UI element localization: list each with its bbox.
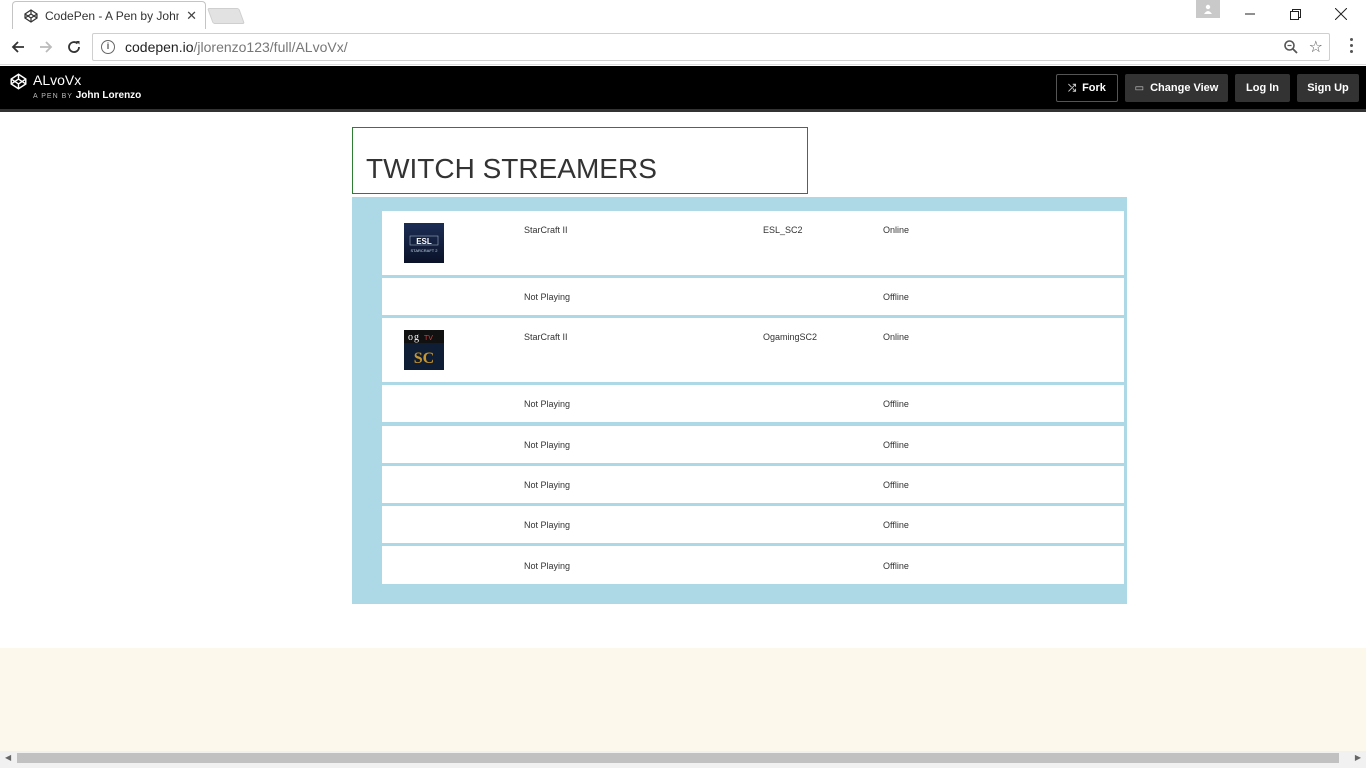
window-close-icon[interactable] (1318, 4, 1364, 24)
streamer-row[interactable]: Not Playing Offline (382, 278, 1124, 315)
streamer-row[interactable]: Not Playing Offline (382, 466, 1124, 503)
site-info-icon[interactable]: i (101, 40, 115, 54)
pen-title: ALvoVx (33, 72, 82, 88)
streamer-game: StarCraft II (524, 225, 568, 235)
forward-arrow-icon[interactable] (35, 36, 57, 58)
svg-text:STARCRAFT 2: STARCRAFT 2 (411, 248, 439, 253)
streamer-status: Online (883, 332, 910, 342)
browser-menu-icon[interactable] (1350, 38, 1354, 56)
tab-close-icon[interactable]: ✕ (186, 8, 197, 24)
sign-up-button[interactable]: Sign Up (1297, 74, 1359, 102)
streamer-name-link[interactable]: OgamingSC2 (763, 332, 817, 342)
svg-text:g: g (414, 332, 419, 343)
change-view-button[interactable]: ▭ Change View (1125, 74, 1228, 102)
browser-tab-active[interactable]: CodePen - A Pen by John ✕ (12, 1, 206, 29)
horizontal-scrollbar[interactable]: ◀ ▶ (0, 751, 1366, 768)
codepen-logo-icon[interactable] (10, 73, 27, 95)
scroll-left-arrow-icon[interactable]: ◀ (5, 753, 11, 762)
streamer-name-link[interactable]: ESL_SC2 (763, 225, 803, 235)
page-footer-area (0, 648, 1366, 751)
url-text: codepen.io/jlorenzo123/full/ALvoVx/ (125, 39, 348, 55)
pen-output: TWITCH STREAMERS ESL STARCRAFT 2 StarCra… (0, 112, 1366, 648)
minimize-icon[interactable] (1227, 4, 1273, 24)
streamer-game: Not Playing (524, 520, 571, 530)
heading-box: TWITCH STREAMERS (352, 127, 808, 194)
bookmark-star-icon[interactable]: ☆ (1309, 37, 1323, 57)
back-arrow-icon[interactable] (7, 36, 29, 58)
streamer-status: Offline (883, 520, 909, 530)
streamer-status: Offline (883, 480, 909, 490)
restore-icon[interactable] (1272, 4, 1318, 24)
fork-button[interactable]: ⤮ Fork (1056, 74, 1118, 102)
scroll-right-arrow-icon[interactable]: ▶ (1355, 753, 1361, 762)
streamer-row[interactable]: Not Playing Offline (382, 546, 1124, 584)
tab-title: CodePen - A Pen by John (45, 8, 179, 23)
streamer-status: Online (883, 225, 910, 235)
streamer-status: Offline (883, 292, 909, 302)
svg-text:o: o (408, 332, 413, 343)
zoom-icon[interactable] (1283, 39, 1299, 60)
scrollbar-thumb[interactable] (17, 753, 1339, 763)
streamer-game: Not Playing (524, 292, 571, 302)
browser-tabstrip: CodePen - A Pen by John ✕ (0, 0, 1366, 29)
codepen-header: ALvoVx A PEN BY John Lorenzo ⤮ Fork ▭ Chan… (0, 66, 1366, 112)
streamer-row[interactable]: o g TV SC StarCraft II OgamingSC2 Online (382, 318, 1124, 382)
streamer-status: Offline (883, 399, 909, 409)
codepen-favicon-icon (23, 8, 39, 24)
streamer-game: Not Playing (524, 561, 571, 571)
ogtv-starcraft-logo: o g TV SC (404, 330, 444, 370)
pen-author-line: A PEN BY John Lorenzo (33, 90, 142, 101)
streamer-status: Offline (883, 440, 909, 450)
svg-text:ESL: ESL (416, 237, 432, 246)
streamer-game: Not Playing (524, 399, 571, 409)
profile-icon[interactable] (1196, 0, 1220, 18)
fork-icon: ⤮ (1068, 82, 1077, 94)
streamer-game: StarCraft II (524, 332, 568, 342)
streamer-status: Offline (883, 561, 909, 571)
browser-toolbar: i codepen.io/jlorenzo123/full/ALvoVx/ ☆ (0, 29, 1366, 65)
svg-text:TV: TV (424, 335, 433, 342)
page-heading: TWITCH STREAMERS (366, 153, 657, 184)
streamer-game: Not Playing (524, 480, 571, 490)
streamer-row[interactable]: Not Playing Offline (382, 506, 1124, 543)
esl-starcraft-logo: ESL STARCRAFT 2 (404, 223, 444, 263)
pen-author-link[interactable]: John Lorenzo (76, 90, 142, 101)
change-view-icon: ▭ (1134, 82, 1145, 94)
svg-text:SC: SC (414, 350, 434, 367)
address-bar[interactable]: i codepen.io/jlorenzo123/full/ALvoVx/ ☆ (92, 33, 1330, 61)
log-in-button[interactable]: Log In (1235, 74, 1290, 102)
streamer-row[interactable]: ESL STARCRAFT 2 StarCraft II ESL_SC2 Onl… (382, 211, 1124, 275)
streamer-row[interactable]: Not Playing Offline (382, 426, 1124, 463)
streamer-game: Not Playing (524, 440, 571, 450)
new-tab-button[interactable] (207, 8, 245, 24)
streamers-panel: ESL STARCRAFT 2 StarCraft II ESL_SC2 Onl… (352, 197, 1127, 604)
streamer-row[interactable]: Not Playing Offline (382, 385, 1124, 422)
reload-icon[interactable] (63, 36, 85, 58)
